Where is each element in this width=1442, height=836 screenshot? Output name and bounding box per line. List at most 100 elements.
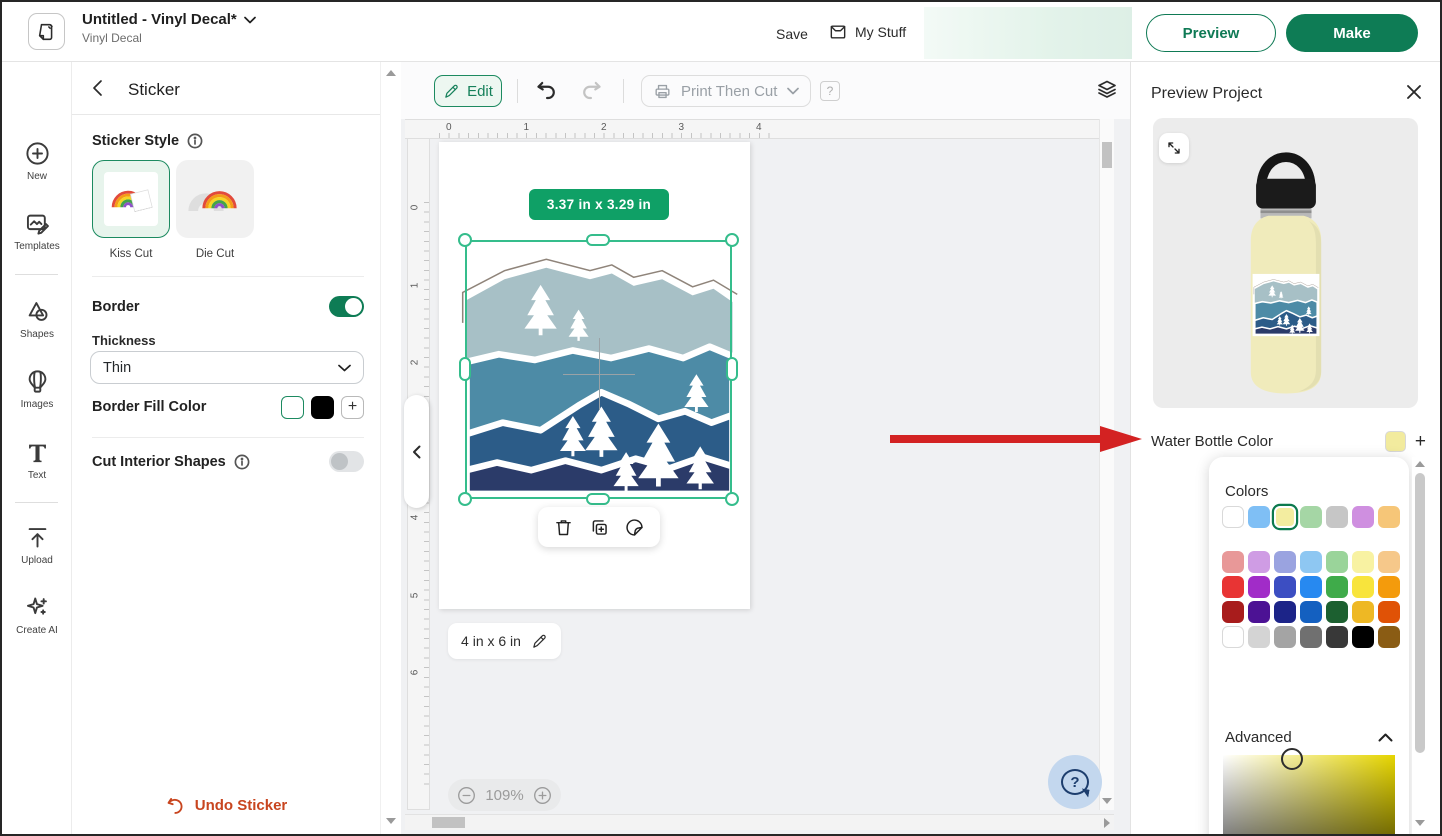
color-swatch[interactable]: [1326, 506, 1348, 528]
add-bottle-color-button[interactable]: +: [1415, 432, 1426, 451]
color-swatch[interactable]: [1274, 626, 1296, 648]
color-swatch[interactable]: [1300, 506, 1322, 528]
close-button[interactable]: [1406, 84, 1422, 105]
color-swatch[interactable]: [1248, 576, 1270, 598]
nav-item-upload[interactable]: Upload: [2, 524, 72, 566]
resize-handle-s[interactable]: [586, 493, 610, 505]
color-swatch[interactable]: [1378, 506, 1400, 528]
color-swatch[interactable]: [1274, 576, 1296, 598]
color-swatch[interactable]: [1274, 601, 1296, 623]
nav-item-create-ai[interactable]: Create AI: [2, 594, 72, 636]
project-title-block[interactable]: Untitled - Vinyl Decal* Vinyl Decal: [82, 11, 256, 45]
info-icon[interactable]: [187, 133, 203, 149]
color-swatch[interactable]: [1326, 551, 1348, 573]
chevron-up-icon[interactable]: [1378, 733, 1393, 742]
color-swatch[interactable]: [1248, 601, 1270, 623]
back-button[interactable]: [92, 79, 103, 102]
undo-button[interactable]: [533, 77, 559, 108]
save-button[interactable]: Save: [776, 26, 808, 42]
nav-item-images[interactable]: Images: [2, 368, 72, 410]
color-swatch[interactable]: [1222, 506, 1244, 528]
scrollbar-thumb[interactable]: [1415, 473, 1425, 753]
sticker-style-kiss-cut[interactable]: [92, 160, 170, 238]
nav-item-text[interactable]: Text: [2, 439, 72, 481]
duplicate-button[interactable]: [589, 517, 610, 538]
scroll-down-arrow[interactable]: [1102, 798, 1112, 804]
zoom-in-button[interactable]: [533, 786, 552, 805]
layers-button[interactable]: [1095, 77, 1119, 106]
color-swatch[interactable]: [1222, 626, 1244, 648]
color-swatch[interactable]: [1326, 626, 1348, 648]
color-swatch[interactable]: [1352, 506, 1374, 528]
color-swatch[interactable]: [1222, 576, 1244, 598]
mat-size-pill[interactable]: 4 in x 6 in: [448, 623, 561, 659]
color-swatch[interactable]: [1326, 601, 1348, 623]
canvas-vertical-scrollbar[interactable]: [1099, 119, 1114, 810]
resize-handle-ne[interactable]: [725, 233, 739, 247]
color-picker-handle[interactable]: [1281, 748, 1303, 770]
color-swatch[interactable]: [1300, 626, 1322, 648]
expand-preview-button[interactable]: [1159, 133, 1189, 163]
color-swatch[interactable]: [1352, 576, 1374, 598]
collapse-panel-tab[interactable]: [404, 395, 429, 508]
thickness-dropdown[interactable]: Thin: [90, 351, 364, 384]
color-swatch[interactable]: [1222, 601, 1244, 623]
border-fill-swatch-white[interactable]: [281, 396, 304, 419]
color-swatch[interactable]: [1326, 576, 1348, 598]
scroll-down-arrow[interactable]: [1415, 820, 1425, 826]
color-swatch[interactable]: [1222, 551, 1244, 573]
zoom-out-button[interactable]: [457, 786, 476, 805]
color-swatch[interactable]: [1352, 626, 1374, 648]
color-swatch[interactable]: [1300, 601, 1322, 623]
resize-handle-e[interactable]: [726, 357, 738, 381]
nav-item-templates[interactable]: Templates: [2, 210, 72, 252]
make-button[interactable]: Make: [1286, 14, 1418, 52]
artboard[interactable]: 3.37 in x 3.29 in: [439, 142, 750, 609]
project-icon[interactable]: [28, 13, 65, 50]
panel-scrollbar[interactable]: [380, 62, 401, 834]
resize-handle-w[interactable]: [459, 357, 471, 381]
add-border-color-button[interactable]: +: [341, 396, 364, 419]
nav-item-shapes[interactable]: Shapes: [2, 298, 72, 340]
preview-button[interactable]: Preview: [1146, 14, 1276, 52]
sticker-peel-button[interactable]: [624, 517, 645, 538]
scroll-down-arrow[interactable]: [386, 818, 396, 824]
panel-scrollbar[interactable]: [1412, 457, 1428, 834]
scrollbar-thumb[interactable]: [1102, 142, 1112, 168]
canvas-area[interactable]: Edit Print Then Cut ? 01234: [401, 62, 1132, 834]
color-swatch[interactable]: [1248, 551, 1270, 573]
help-button[interactable]: ?: [1048, 755, 1102, 809]
color-swatch[interactable]: [1352, 551, 1374, 573]
redo-button[interactable]: [579, 77, 605, 108]
resize-handle-n[interactable]: [586, 234, 610, 246]
scroll-right-arrow[interactable]: [1104, 818, 1110, 828]
color-swatch[interactable]: [1274, 551, 1296, 573]
resize-handle-sw[interactable]: [458, 492, 472, 506]
current-bottle-color-swatch[interactable]: [1385, 431, 1406, 452]
delete-button[interactable]: [553, 517, 574, 538]
color-swatch[interactable]: [1300, 551, 1322, 573]
color-swatch[interactable]: [1248, 506, 1270, 528]
color-swatch[interactable]: [1248, 626, 1270, 648]
scroll-up-arrow[interactable]: [1415, 461, 1425, 467]
color-swatch[interactable]: [1378, 601, 1400, 623]
undo-sticker-button[interactable]: Undo Sticker: [72, 795, 380, 816]
scrollbar-thumb[interactable]: [432, 817, 465, 828]
resize-handle-nw[interactable]: [458, 233, 472, 247]
color-swatch[interactable]: [1300, 576, 1322, 598]
scroll-up-arrow[interactable]: [386, 70, 396, 76]
selection-box[interactable]: [465, 240, 732, 499]
print-then-cut-dropdown[interactable]: Print Then Cut: [641, 75, 811, 107]
canvas-horizontal-scrollbar[interactable]: [405, 814, 1114, 830]
color-swatch[interactable]: [1378, 551, 1400, 573]
color-swatch[interactable]: [1274, 506, 1296, 528]
border-fill-swatch-black[interactable]: [311, 396, 334, 419]
resize-handle-se[interactable]: [725, 492, 739, 506]
color-swatch[interactable]: [1378, 626, 1400, 648]
my-stuff-button[interactable]: My Stuff: [828, 22, 906, 42]
cut-interior-toggle[interactable]: [329, 451, 364, 472]
border-toggle[interactable]: [329, 296, 364, 317]
sticker-style-die-cut[interactable]: [176, 160, 254, 238]
color-swatch[interactable]: [1378, 576, 1400, 598]
edit-button[interactable]: Edit: [434, 75, 502, 107]
